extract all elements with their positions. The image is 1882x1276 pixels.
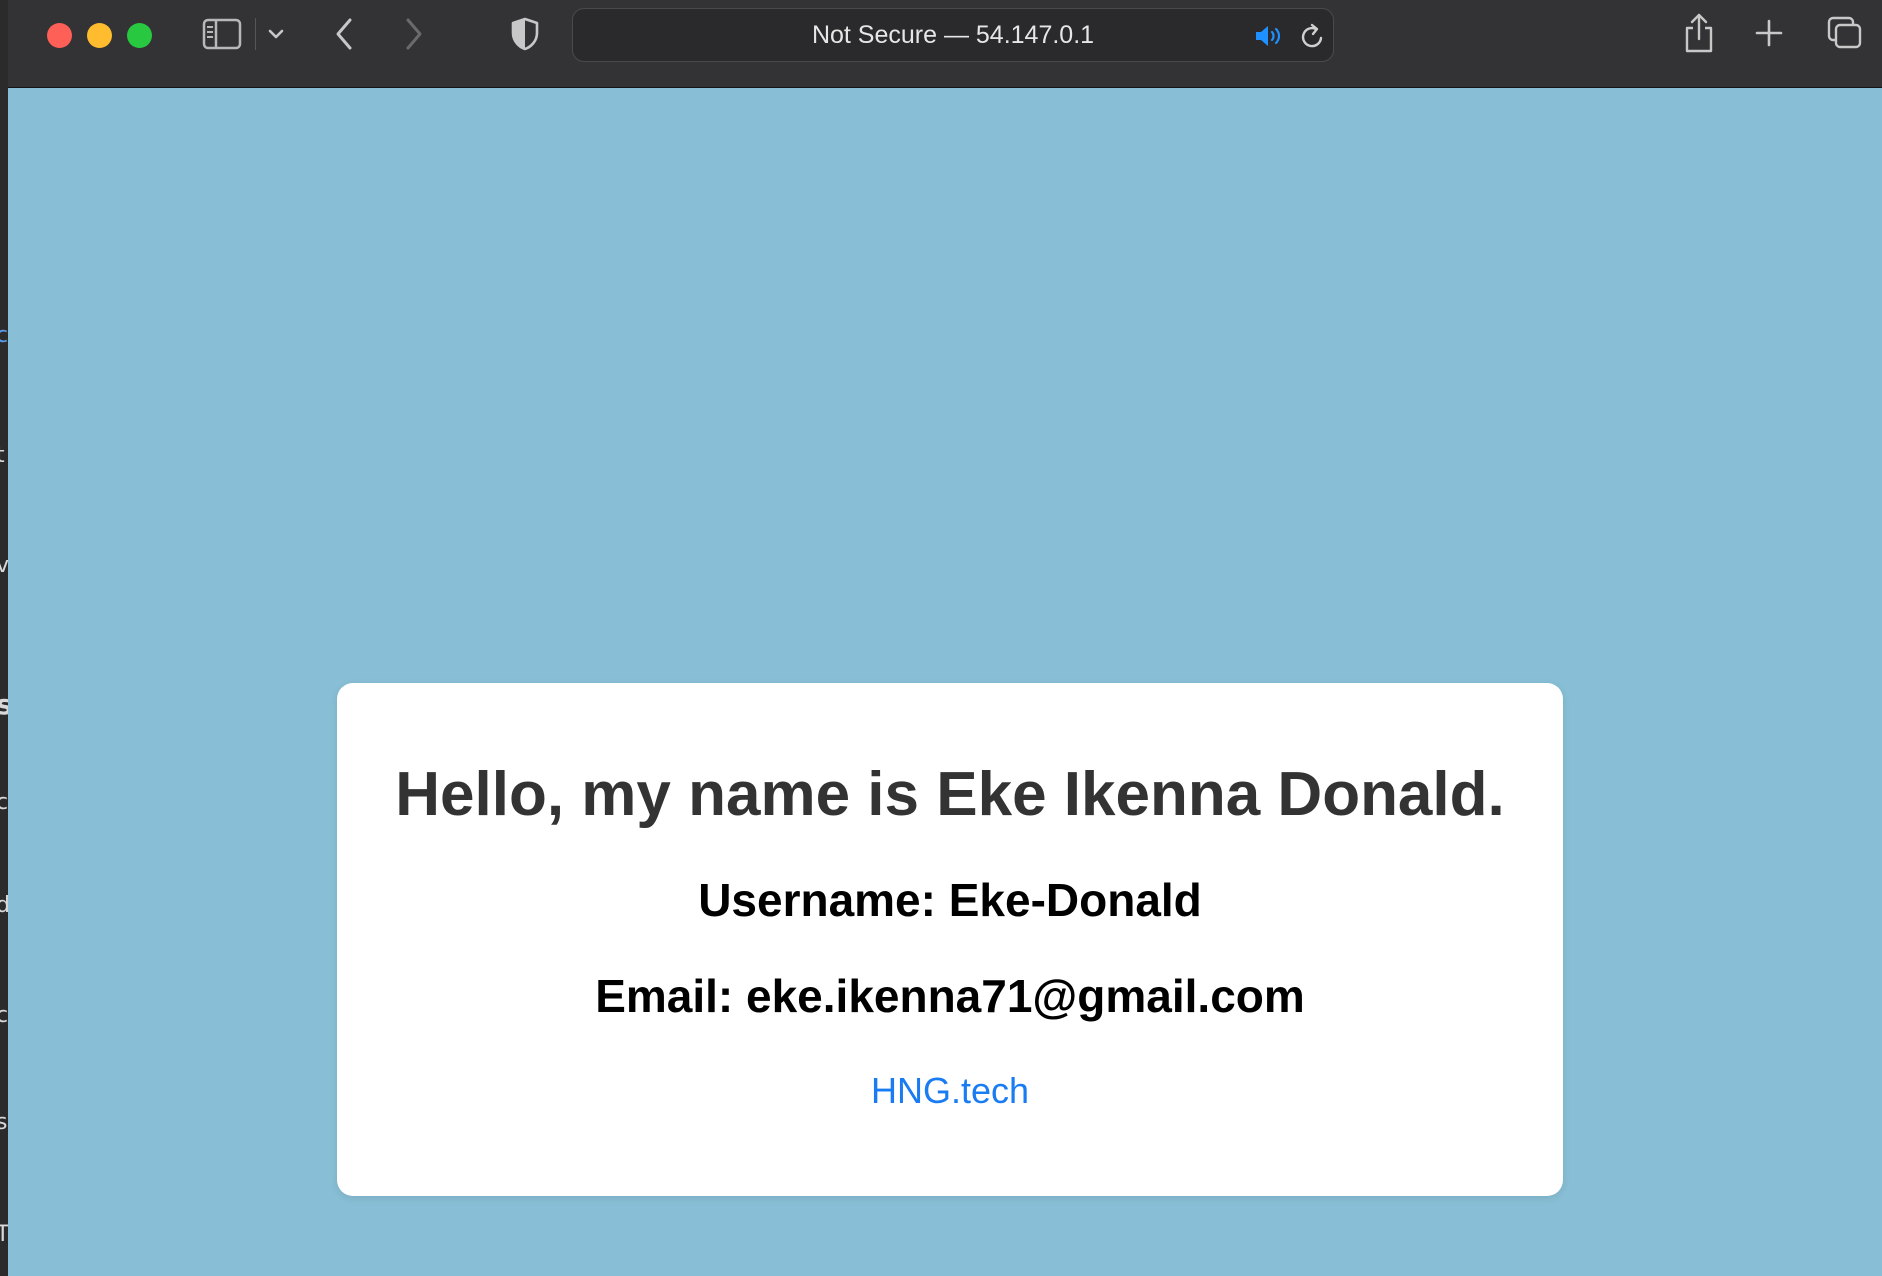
username-text: Username: Eke-Donald	[698, 874, 1202, 926]
address-bar-text: Not Secure — 54.147.0.1	[811, 21, 1095, 49]
hng-link[interactable]: HNG.tech	[337, 1070, 1563, 1112]
plus-icon[interactable]	[1754, 18, 1784, 48]
shield-icon[interactable]	[510, 16, 540, 52]
back-arrow-icon[interactable]	[332, 16, 356, 52]
web-page: Hello, my name is Eke Ikenna Donald. Use…	[8, 88, 1882, 1276]
minimize-window-button[interactable]	[87, 23, 112, 48]
share-icon[interactable]	[1682, 12, 1716, 54]
background-window-edge: c t v s c d c s T	[0, 0, 13, 1276]
address-bar[interactable]: Not Secure — 54.147.0.1	[572, 8, 1334, 62]
edge-char: c	[0, 790, 9, 815]
toolbar-divider	[255, 18, 256, 50]
speaker-audio-icon[interactable]	[1253, 23, 1285, 49]
profile-card: Hello, my name is Eke Ikenna Donald. Use…	[337, 683, 1563, 1196]
edge-char: c	[0, 323, 9, 348]
sidebar-icon[interactable]	[202, 18, 242, 50]
close-window-button[interactable]	[47, 23, 72, 48]
email-text: Email: eke.ikenna71@gmail.com	[595, 970, 1305, 1022]
edge-char: s	[0, 1110, 8, 1135]
tab-overview-icon[interactable]	[1826, 15, 1864, 51]
chevron-down-icon[interactable]	[266, 24, 286, 44]
reload-icon[interactable]	[1299, 21, 1327, 51]
greeting-heading: Hello, my name is Eke Ikenna Donald.	[395, 760, 1505, 829]
forward-arrow-icon[interactable]	[402, 16, 426, 52]
zoom-window-button[interactable]	[127, 23, 152, 48]
edge-char: t	[0, 443, 5, 468]
browser-toolbar: Not Secure — 54.147.0.1	[8, 0, 1882, 88]
edge-char: c	[0, 1003, 9, 1028]
